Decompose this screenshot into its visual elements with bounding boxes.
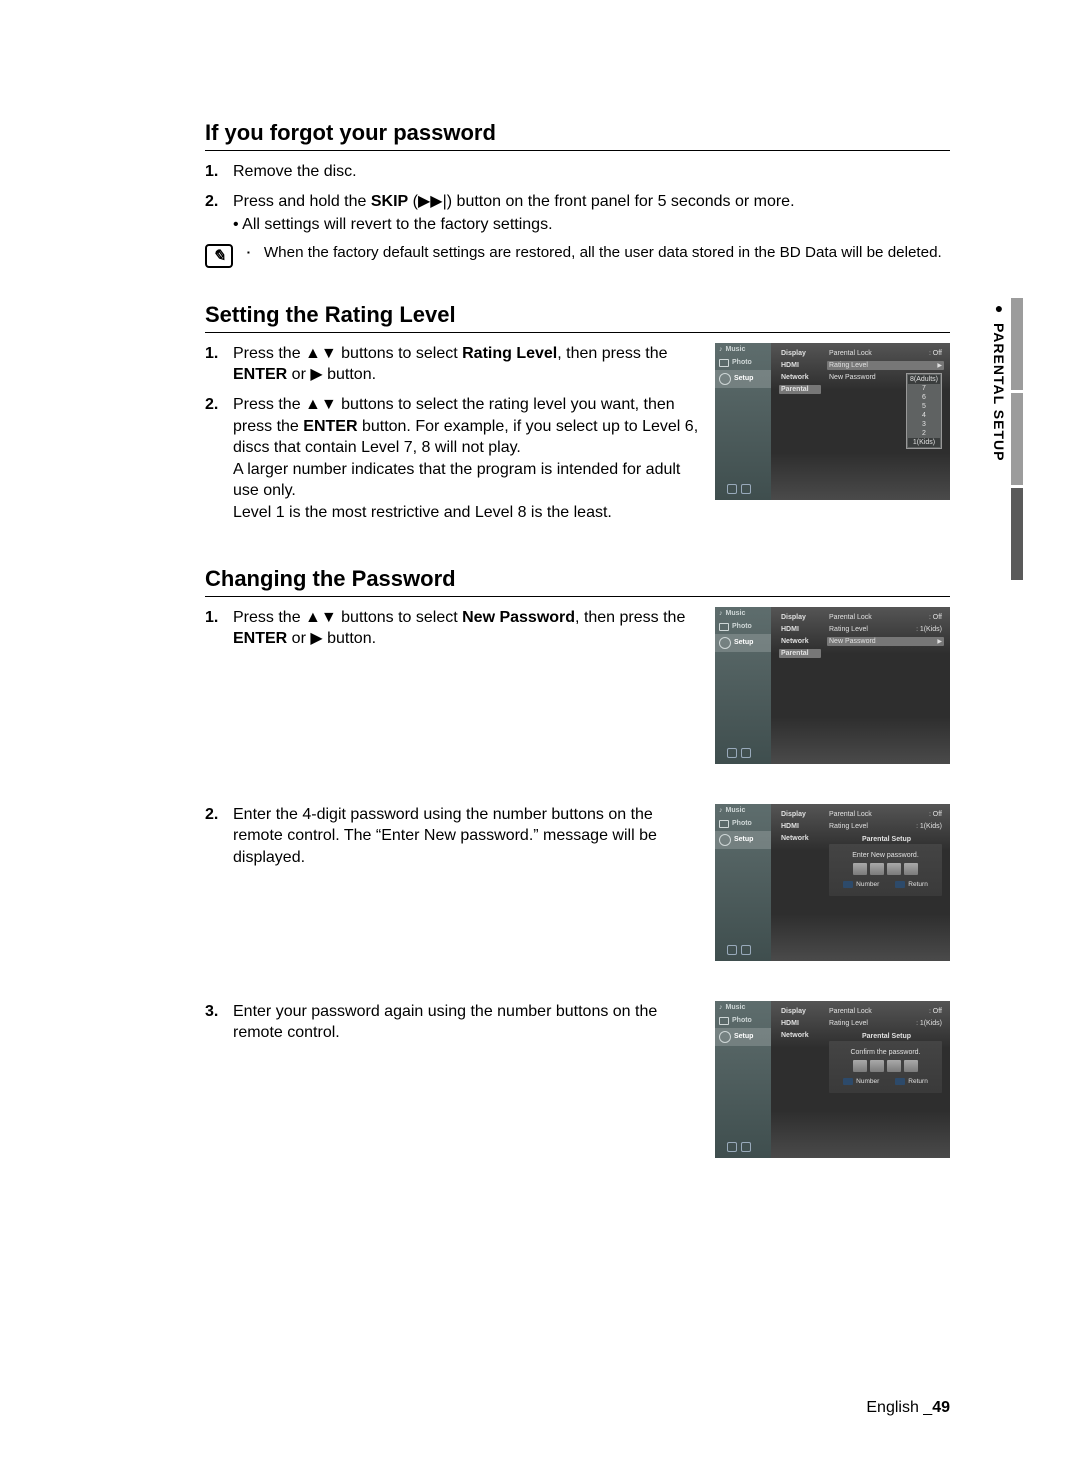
music-icon: ♪ [719,1004,723,1011]
password-boxes [833,1060,938,1072]
section-title: If you forgot your password [205,120,950,151]
osd-modal: Confirm the password. Number Return [829,1041,942,1093]
step-number: 2. [205,191,223,236]
gear-icon [719,834,731,846]
step-number: 1. [205,343,223,386]
music-icon: ♪ [719,807,723,814]
osd-menu-item: Parental [779,385,821,394]
dock-icons [727,748,751,758]
music-icon: ♪ [719,346,723,353]
osd-modal-message: Confirm the password. [833,1049,938,1056]
section-title: Setting the Rating Level [205,302,950,333]
osd-menu-item: Network [779,373,821,382]
step-text: Press the ▲▼ buttons to select New Passw… [233,607,701,650]
osd-menu-item: Parental [779,649,821,658]
osd-modal-title: Parental Setup [833,1033,940,1040]
osd-menu-item: HDMI [779,361,821,370]
section-changing-password: Changing the Password 1. Press the ▲▼ bu… [205,566,950,1172]
side-tab-text: PARENTAL SETUP [991,323,1007,461]
step-text: Press and hold the SKIP (▶▶|) button on … [233,191,950,236]
step-text: Enter your password again using the numb… [233,1001,701,1044]
photo-icon [719,359,729,367]
osd-rating-screenshot: ♪Music Photo Setup Display HDMI Network … [715,343,950,500]
step-text: Enter the 4-digit password using the num… [233,804,701,869]
dock-icons [727,945,751,955]
osd-menu-item: HDMI [779,625,821,634]
step-number: 1. [205,607,223,650]
step-number: 2. [205,394,223,524]
return-key-icon [895,1078,905,1085]
step-text: Press the ▲▼ buttons to select the ratin… [233,394,701,524]
osd-new-password-screenshot: ♪Music Photo Setup Display HDMI Network … [715,607,950,764]
step-number: 1. [205,161,223,183]
step-number: 2. [205,804,223,869]
section-title: Changing the Password [205,566,950,597]
page-footer: English _49 [866,1399,950,1417]
osd-menu-item: HDMI [779,1019,821,1028]
bullet-icon: ● [991,300,1007,317]
side-index-bars [1011,298,1025,580]
osd-rating-dropdown: 8(Adults) 7 6 5 4 3 2 1(Kids) [906,373,942,449]
osd-enter-password-screenshot: ♪Music Photo Setup Display HDMI Network [715,804,950,961]
dock-icons [727,1142,751,1152]
osd-menu-item: Display [779,613,821,622]
osd-menu-item: Display [779,1007,821,1016]
dock-icons [727,484,751,494]
osd-modal-title: Parental Setup [833,836,940,843]
gear-icon [719,637,731,649]
osd-menu-item: Network [779,1031,821,1040]
step-text: Remove the disc. [233,161,950,183]
osd-menu-item: Network [779,637,821,646]
step-text: Press the ▲▼ buttons to select Rating Le… [233,343,701,386]
section-forgot-password: If you forgot your password 1. Remove th… [205,120,950,268]
skip-icon: ▶▶| [418,193,447,210]
side-tab-label: ● PARENTAL SETUP [991,300,1007,461]
photo-icon [719,820,729,828]
photo-icon [719,623,729,631]
osd-modal-message: Enter New password. [833,852,938,859]
number-key-icon [843,1078,853,1085]
bullet-icon: ▪ [247,248,250,257]
section-rating-level: Setting the Rating Level 1. Press the ▲▼… [205,302,950,532]
password-boxes [833,863,938,875]
return-key-icon [895,881,905,888]
gear-icon [719,373,731,385]
note-row: ✎ ▪ When the factory default settings ar… [205,244,950,268]
osd-modal: Enter New password. Number Return [829,844,942,896]
osd-confirm-password-screenshot: ♪Music Photo Setup Display HDMI Network [715,1001,950,1158]
gear-icon [719,1031,731,1043]
page-number: 49 [932,1399,950,1416]
music-icon: ♪ [719,610,723,617]
osd-menu-item: Display [779,349,821,358]
photo-icon [719,1017,729,1025]
sub-bullet: • All settings will revert to the factor… [233,214,950,236]
step-number: 3. [205,1001,223,1044]
note-icon: ✎ [205,244,233,268]
osd-menu-item: Display [779,810,821,819]
note-text: When the factory default settings are re… [264,244,942,261]
footer-language: English _ [866,1399,932,1416]
osd-menu-item: Network [779,834,821,843]
number-key-icon [843,881,853,888]
osd-menu-item: HDMI [779,822,821,831]
